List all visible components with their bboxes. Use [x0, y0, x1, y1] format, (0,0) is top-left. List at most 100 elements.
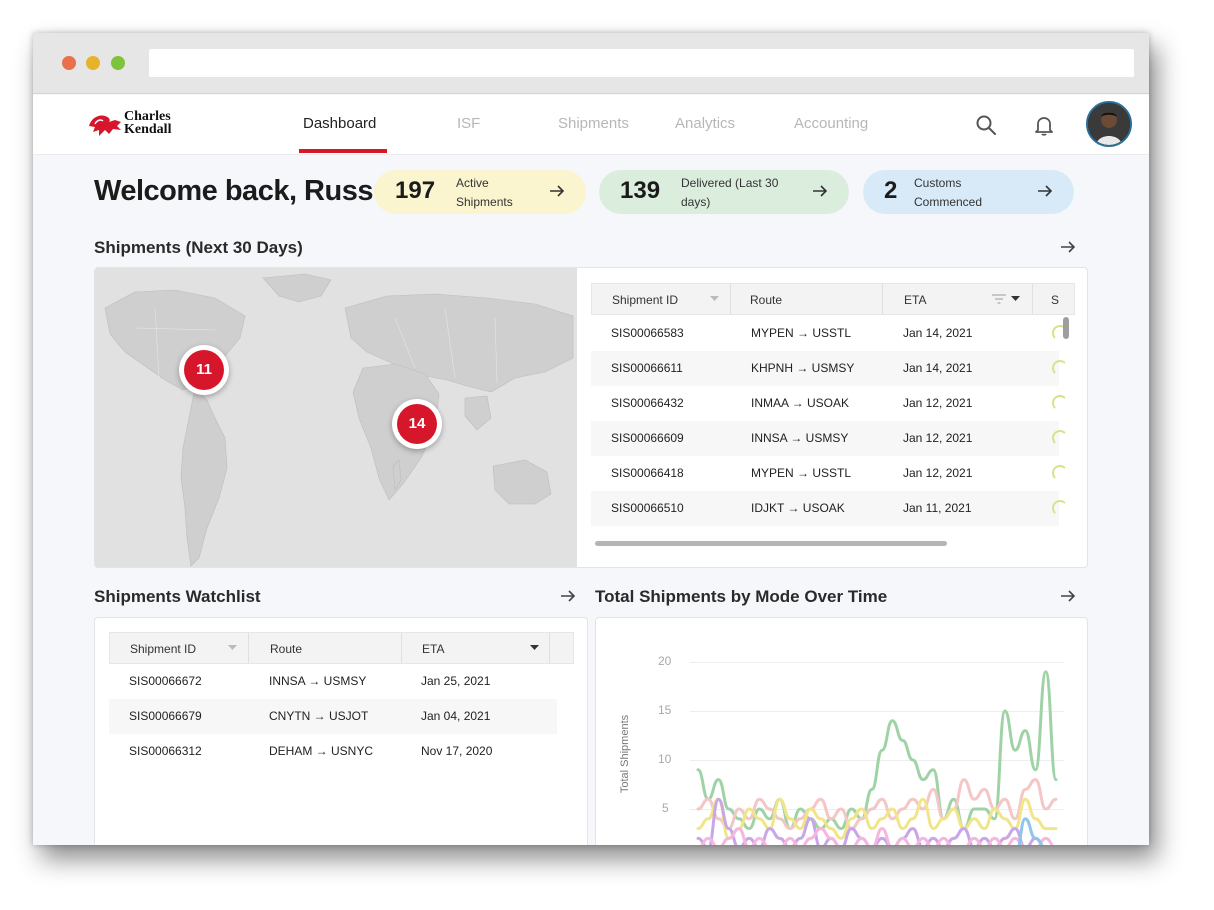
mode-line-chart[interactable] [596, 618, 1088, 845]
cell-id: SIS00066312 [129, 744, 202, 758]
pin-count: 11 [184, 350, 224, 390]
stat-value: 2 [884, 177, 898, 204]
charles-kendall-logo[interactable]: Charles Kendall [87, 109, 187, 141]
cell-id: SIS00066679 [129, 709, 202, 723]
status-indicator [1052, 500, 1068, 516]
column-route[interactable]: Route [270, 642, 302, 656]
watchlist-table: Shipment ID Route ETA SIS00066672 INNSA … [109, 632, 574, 772]
world-map[interactable]: 11 14 [95, 268, 577, 567]
active-shipments-stat[interactable]: 197 Active Shipments [374, 170, 586, 214]
column-eta[interactable]: ETA [904, 293, 926, 307]
tab-dashboard[interactable]: Dashboard [303, 115, 376, 132]
customs-commenced-stat[interactable]: 2 Customs Commenced [863, 170, 1074, 214]
active-tab-indicator [299, 149, 387, 153]
cell-route: INNSA → USMSY [269, 674, 367, 688]
cell-route: MYPEN → USSTL [751, 466, 852, 480]
watchlist-card: Shipment ID Route ETA SIS00066672 INNSA … [94, 617, 588, 845]
cell-eta: Jan 12, 2021 [903, 431, 973, 445]
cell-eta: Jan 14, 2021 [903, 361, 973, 375]
tab-shipments[interactable]: Shipments [558, 115, 629, 132]
table-row[interactable]: SIS00066679 CNYTN → USJOT Jan 04, 2021 [109, 699, 557, 734]
column-shipment-id[interactable]: Shipment ID [612, 293, 678, 307]
filter-icon[interactable] [992, 294, 1006, 304]
cell-route: INNSA → USMSY [751, 431, 849, 445]
cell-id: SIS00066510 [611, 501, 684, 515]
cell-eta: Jan 11, 2021 [903, 501, 972, 515]
stat-label-line2: Commenced [914, 195, 983, 209]
cell-route: IDJKT → USOAK [751, 501, 845, 515]
tab-isf[interactable]: ISF [457, 115, 480, 132]
pin-count: 14 [397, 404, 437, 444]
series-line-4[interactable] [698, 827, 1056, 845]
search-icon[interactable] [974, 113, 998, 137]
bell-icon[interactable] [1032, 113, 1056, 137]
mode-chart-title: Total Shipments by Mode Over Time [595, 587, 888, 606]
arrow-right-icon [813, 185, 828, 197]
table-header: Shipment ID Route ETA [109, 632, 574, 664]
stat-label-line1: Delivered (Last 30 [681, 176, 779, 190]
column-route[interactable]: Route [750, 293, 782, 307]
status-indicator [1052, 430, 1068, 446]
sort-icon[interactable] [228, 645, 237, 651]
shipments-next-30-title: Shipments (Next 30 Days) [94, 238, 303, 257]
table-row[interactable]: SIS00066432 INMAA → USOAK Jan 12, 2021 [591, 386, 1068, 421]
address-bar[interactable] [149, 49, 1134, 77]
map-cluster-pin[interactable]: 14 [392, 399, 442, 449]
user-avatar[interactable] [1086, 101, 1132, 147]
cell-route: CNYTN → USJOT [269, 709, 369, 723]
status-indicator [1052, 465, 1068, 481]
sort-icon[interactable] [1011, 296, 1020, 302]
cell-id: SIS00066672 [129, 674, 202, 688]
shipments-table: Shipment ID Route ETA S SIS00066583 MYPE… [591, 283, 1075, 553]
map-cluster-pin[interactable]: 11 [179, 345, 229, 395]
arrow-right-icon [550, 185, 565, 197]
lion-logo-icon [89, 115, 121, 136]
cell-eta: Jan 12, 2021 [903, 466, 973, 480]
table-row[interactable]: SIS00066611 KHPNH → USMSY Jan 14, 2021 [591, 351, 1068, 386]
cell-id: SIS00066611 [611, 361, 683, 375]
tab-analytics[interactable]: Analytics [675, 115, 735, 132]
close-window-button[interactable] [62, 56, 76, 70]
stat-label-line1: Customs [914, 176, 962, 190]
table-header: Shipment ID Route ETA S [591, 283, 1075, 315]
cell-eta: Jan 12, 2021 [903, 396, 973, 410]
column-status[interactable]: S [1051, 293, 1059, 307]
browser-chrome [33, 33, 1149, 94]
cell-id: SIS00066609 [611, 431, 684, 445]
arrow-right-icon[interactable] [1059, 587, 1077, 605]
table-row[interactable]: SIS00066418 MYPEN → USSTL Jan 12, 2021 [591, 456, 1068, 491]
arrow-right-icon [1038, 185, 1053, 197]
cell-eta: Nov 17, 2020 [421, 744, 493, 758]
stat-value: 197 [395, 177, 436, 204]
tab-accounting[interactable]: Accounting [794, 115, 868, 132]
vertical-scrollbar[interactable] [1063, 317, 1069, 339]
shipments-map-card: 11 14 Shipment ID Route ETA S SIS0006658… [94, 267, 1088, 568]
cell-route: DEHAM → USNYC [269, 744, 374, 758]
status-indicator [1052, 360, 1068, 376]
cell-id: SIS00066418 [611, 466, 684, 480]
cell-route: KHPNH → USMSY [751, 361, 855, 375]
delivered-stat[interactable]: 139 Delivered (Last 30 days) [599, 170, 849, 214]
top-navigation: Charles Kendall Dashboard ISF Shipments … [33, 95, 1149, 155]
arrow-right-icon[interactable] [1059, 238, 1077, 256]
brand-name-line2: Kendall [124, 122, 172, 137]
mode-chart-card: 20 15 10 5 Total Shipments [595, 617, 1088, 845]
sort-icon[interactable] [530, 645, 539, 651]
arrow-right-icon[interactable] [559, 587, 577, 605]
sort-icon[interactable] [710, 296, 719, 302]
table-row[interactable]: SIS00066583 MYPEN → USSTL Jan 14, 2021 [591, 316, 1068, 351]
table-row[interactable]: SIS00066609 INNSA → USMSY Jan 12, 2021 [591, 421, 1068, 456]
column-eta[interactable]: ETA [422, 642, 444, 656]
maximize-window-button[interactable] [111, 56, 125, 70]
table-row[interactable]: SIS00066672 INNSA → USMSY Jan 25, 2021 [109, 664, 557, 699]
horizontal-scrollbar[interactable] [595, 541, 947, 546]
minimize-window-button[interactable] [86, 56, 100, 70]
table-row[interactable]: SIS00066312 DEHAM → USNYC Nov 17, 2020 [109, 734, 557, 769]
welcome-heading: Welcome back, Russ [94, 175, 373, 207]
stat-value: 139 [620, 177, 661, 204]
column-shipment-id[interactable]: Shipment ID [130, 642, 196, 656]
table-row[interactable]: SIS00066510 IDJKT → USOAK Jan 11, 2021 [591, 491, 1068, 526]
cell-route: INMAA → USOAK [751, 396, 850, 410]
stat-label-line2: days) [681, 195, 711, 209]
cell-eta: Jan 04, 2021 [421, 709, 491, 723]
